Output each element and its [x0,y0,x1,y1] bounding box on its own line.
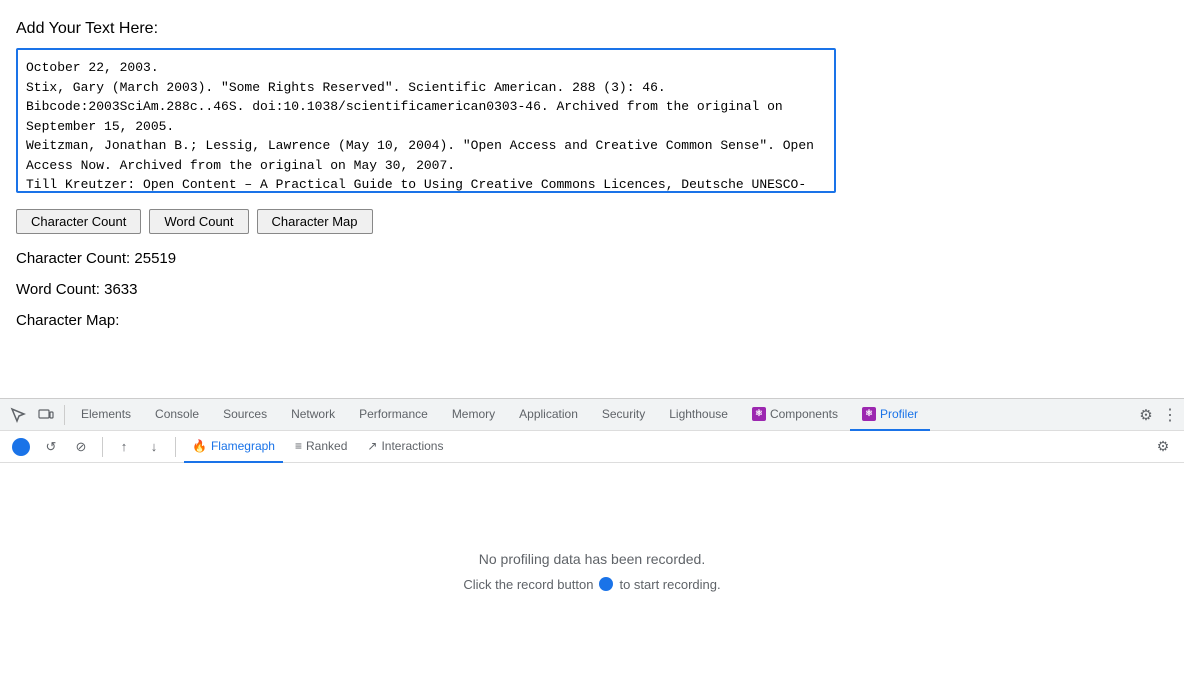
tab-security[interactable]: Security [590,399,657,431]
profiler-settings-button[interactable]: ⚙ [1150,434,1176,460]
character-count-button[interactable]: Character Count [16,209,141,234]
add-text-label: Add Your Text Here: [16,20,1168,38]
profiler-tab-ranked[interactable]: ≡ Ranked [287,431,355,463]
tab-application[interactable]: Application [507,399,590,431]
character-count-result: Character Count: 25519 [16,250,1168,267]
profiler-clear-button[interactable]: ⊘ [68,434,94,460]
profiler-record-button[interactable] [8,434,34,460]
record-dot [12,438,30,456]
toolbar-separator [64,405,65,425]
tab-network[interactable]: Network [279,399,347,431]
profiler-tab-interactions[interactable]: ↗ Interactions [359,431,451,463]
tab-sources[interactable]: Sources [211,399,279,431]
profiler-toolbar: ↺ ⊘ ↑ ↓ 🔥 Flamegraph ≡ Ranked ↗ Interact… [0,431,1184,463]
tab-components[interactable]: ⚛ Components [740,399,850,431]
tab-profiler[interactable]: ⚛ Profiler [850,399,930,431]
action-buttons: Character Count Word Count Character Map [16,209,1168,234]
main-content: Add Your Text Here: October 22, 2003. St… [0,0,1184,329]
flamegraph-icon: 🔥 [192,439,207,453]
hint-record-dot [599,577,613,591]
profiler-separator [102,437,103,457]
character-map-result: Character Map: [16,312,1168,329]
devtools-panel: Elements Console Sources Network Perform… [0,398,1184,678]
profiler-tab-flamegraph[interactable]: 🔥 Flamegraph [184,431,283,463]
text-input[interactable]: October 22, 2003. Stix, Gary (March 2003… [16,48,836,193]
profiler-download-button[interactable]: ↓ [141,434,167,460]
ranked-icon: ≡ [295,439,302,453]
hint-prefix: Click the record button [463,577,593,592]
devtools-settings-button[interactable]: ⚙ [1132,401,1160,429]
tab-performance[interactable]: Performance [347,399,440,431]
interactions-icon: ↗ [367,439,377,453]
tab-lighthouse[interactable]: Lighthouse [657,399,740,431]
profiler-separator2 [175,437,176,457]
profiler-icon: ⚛ [862,407,876,421]
profiler-content: No profiling data has been recorded. Cli… [0,463,1184,679]
tab-memory[interactable]: Memory [440,399,507,431]
profiler-empty-message: No profiling data has been recorded. [479,551,705,567]
character-map-button[interactable]: Character Map [257,209,373,234]
tab-console[interactable]: Console [143,399,211,431]
tab-elements[interactable]: Elements [69,399,143,431]
devtools-more-button[interactable]: ⋮ [1160,401,1180,429]
devtools-tabs-bar: Elements Console Sources Network Perform… [0,399,1184,431]
profiler-upload-button[interactable]: ↑ [111,434,137,460]
word-count-button[interactable]: Word Count [149,209,248,234]
inspect-element-icon[interactable] [4,401,32,429]
word-count-result: Word Count: 3633 [16,281,1168,298]
components-icon: ⚛ [752,407,766,421]
hint-suffix: to start recording. [619,577,720,592]
profiler-hint: Click the record button to start recordi… [463,577,720,592]
profiler-reload-button[interactable]: ↺ [38,434,64,460]
device-toggle-icon[interactable] [32,401,60,429]
